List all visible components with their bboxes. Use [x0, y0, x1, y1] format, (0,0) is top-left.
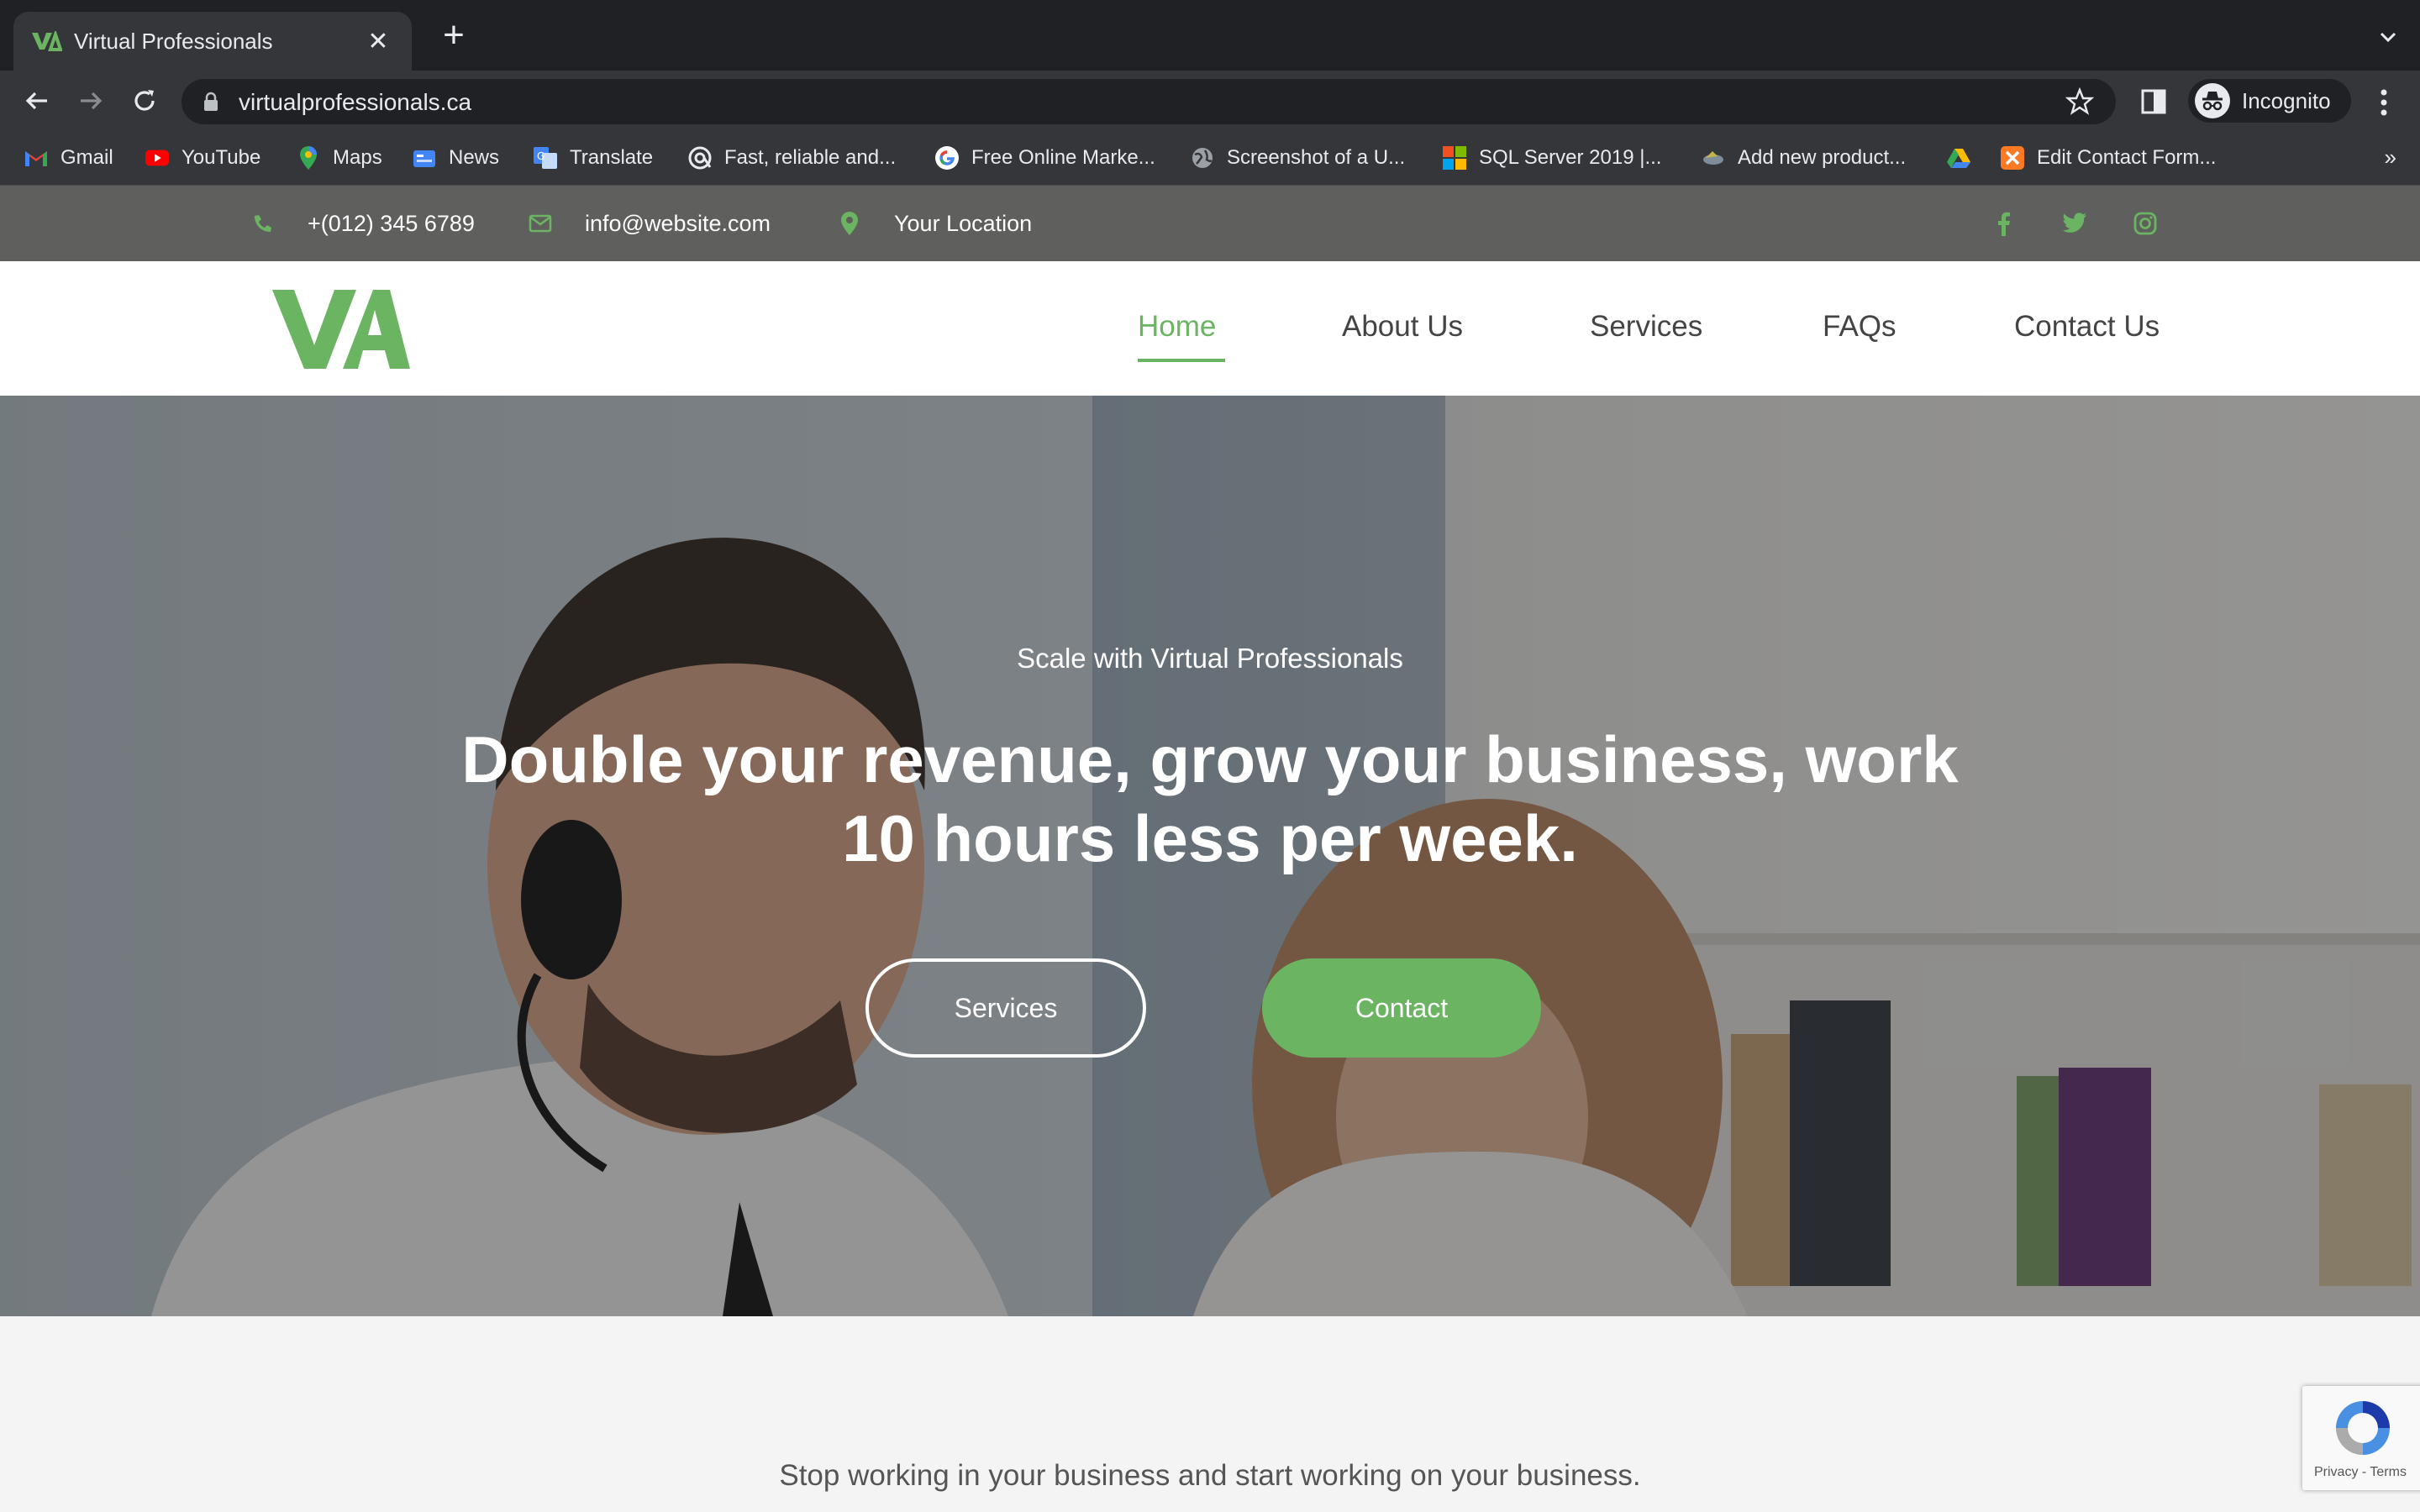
bookmark-star-icon[interactable]	[2065, 87, 2095, 116]
recaptcha-privacy-terms[interactable]: Privacy - Terms	[2314, 1465, 2407, 1480]
location-text: Your Location	[894, 210, 1033, 236]
hero-headline: Double your revenue, grow your business,…	[461, 722, 1959, 875]
bookmark-fast-reliable[interactable]: Fast, reliable and...	[687, 141, 896, 175]
bird-icon	[1701, 145, 1726, 171]
va-logo[interactable]	[272, 286, 410, 370]
bookmark-gmail[interactable]: Gmail	[24, 141, 113, 175]
reload-icon[interactable]	[128, 84, 161, 118]
incognito-label: Incognito	[2242, 87, 2331, 113]
bookmark-youtube[interactable]: YouTube	[145, 141, 260, 175]
tab-title: Virtual Professionals	[74, 28, 273, 54]
new-tab-button[interactable]: +	[435, 17, 472, 55]
hero-section: Scale with Virtual Professionals Double …	[0, 396, 2420, 1316]
bookmark-sql-server[interactable]: SQL Server 2019 |...	[1442, 141, 1661, 175]
browser-tabstrip: Virtual Professionals ✕ +	[0, 0, 2420, 71]
bookmark-maps[interactable]: Maps	[296, 141, 382, 175]
address-bar[interactable]: virtualprofessionals.ca	[182, 79, 2116, 124]
bookmark-free-online-marketing[interactable]: Free Online Marke...	[934, 141, 1155, 175]
incognito-icon	[2195, 83, 2230, 118]
bookmark-label: Free Online Marke...	[971, 146, 1155, 169]
maps-icon	[296, 145, 321, 171]
translate-icon: G	[533, 145, 558, 171]
nav-active-indicator	[1138, 359, 1225, 362]
at-sign-icon	[687, 145, 713, 171]
bookmarks-overflow-button[interactable]: »	[2385, 144, 2396, 171]
browser-toolbar: virtualprofessionals.ca Incognito	[0, 71, 2420, 131]
instagram-icon[interactable]	[2133, 211, 2158, 236]
forward-arrow-icon[interactable]	[74, 84, 108, 118]
bookmark-label: SQL Server 2019 |...	[1479, 146, 1662, 169]
nav-about-us[interactable]: About Us	[1342, 310, 1463, 344]
recaptcha-badge[interactable]: Privacy - Terms	[2302, 1386, 2420, 1490]
svg-text:G: G	[537, 150, 544, 162]
hero-services-button[interactable]: Services	[865, 958, 1146, 1058]
bookmark-screenshot[interactable]: Screenshot of a U...	[1190, 141, 1405, 175]
back-arrow-icon[interactable]	[20, 84, 54, 118]
site-navbar: Home About Us Services FAQs Contact Us	[0, 261, 2420, 396]
bookmark-label: Screenshot of a U...	[1227, 146, 1406, 169]
bookmark-google-drive[interactable]	[1946, 141, 1983, 175]
topbar-location[interactable]: Your Location	[837, 186, 1032, 261]
bookmark-label: Fast, reliable and...	[724, 146, 897, 169]
bookmark-label: News	[449, 146, 500, 169]
bookmark-label: Gmail	[60, 146, 113, 169]
hero-contact-button[interactable]: Contact	[1262, 958, 1541, 1058]
youtube-icon	[145, 145, 170, 171]
xampp-icon	[2000, 145, 2025, 171]
envelope-icon	[528, 211, 553, 236]
contact-topbar: +(012) 345 6789 info@website.com Your Lo…	[0, 186, 2420, 261]
lock-icon[interactable]	[202, 92, 220, 112]
globe-icon	[1190, 145, 1215, 171]
facebook-icon[interactable]	[1991, 211, 2017, 236]
news-icon	[412, 145, 437, 171]
phone-number: +(012) 345 6789	[308, 210, 475, 236]
hero-kicker: Scale with Virtual Professionals	[1017, 643, 1403, 674]
drive-icon	[1946, 145, 1971, 171]
nav-contact-us[interactable]: Contact Us	[2014, 310, 2160, 344]
side-panel-icon[interactable]	[2139, 87, 2168, 116]
bookmark-label: Translate	[570, 146, 654, 169]
phone-icon	[250, 211, 276, 236]
bookmark-add-new-product[interactable]: Add new product...	[1701, 141, 1906, 175]
intro-tagline: Stop working in your business and start …	[779, 1459, 1641, 1492]
google-icon	[934, 145, 960, 171]
url-text[interactable]: virtualprofessionals.ca	[239, 89, 471, 116]
bookmarks-bar: Gmail YouTube Maps News G Translate Fast…	[0, 131, 2420, 186]
bookmark-label: Maps	[333, 146, 382, 169]
map-pin-icon	[837, 211, 862, 236]
nav-faqs[interactable]: FAQs	[1823, 310, 1897, 344]
tab-close-icon[interactable]: ✕	[363, 27, 393, 56]
bookmark-label: Add new product...	[1738, 146, 1907, 169]
email-address: info@website.com	[585, 210, 771, 236]
microsoft-icon	[1442, 145, 1467, 171]
bookmark-translate[interactable]: G Translate	[533, 141, 653, 175]
nav-services[interactable]: Services	[1590, 310, 1702, 344]
bookmark-news[interactable]: News	[412, 141, 499, 175]
bookmark-label: YouTube	[182, 146, 261, 169]
gmail-icon	[24, 145, 49, 171]
browser-tab[interactable]: Virtual Professionals ✕	[13, 12, 412, 71]
bookmark-label: Edit Contact Form...	[2037, 146, 2217, 169]
topbar-email[interactable]: info@website.com	[528, 186, 771, 261]
va-favicon-icon	[30, 24, 64, 58]
browser-menu-icon[interactable]	[2371, 86, 2396, 119]
intro-section: Stop working in your business and start …	[0, 1316, 2420, 1512]
bookmark-edit-contact-form[interactable]: Edit Contact Form...	[2000, 141, 2216, 175]
tab-search-chevron-icon[interactable]	[2373, 22, 2403, 52]
recaptcha-icon	[2329, 1394, 2396, 1462]
topbar-phone[interactable]: +(012) 345 6789	[250, 186, 475, 261]
incognito-profile-button[interactable]: Incognito	[2188, 79, 2351, 123]
nav-home[interactable]: Home	[1138, 310, 1216, 344]
twitter-icon[interactable]	[2062, 211, 2087, 236]
